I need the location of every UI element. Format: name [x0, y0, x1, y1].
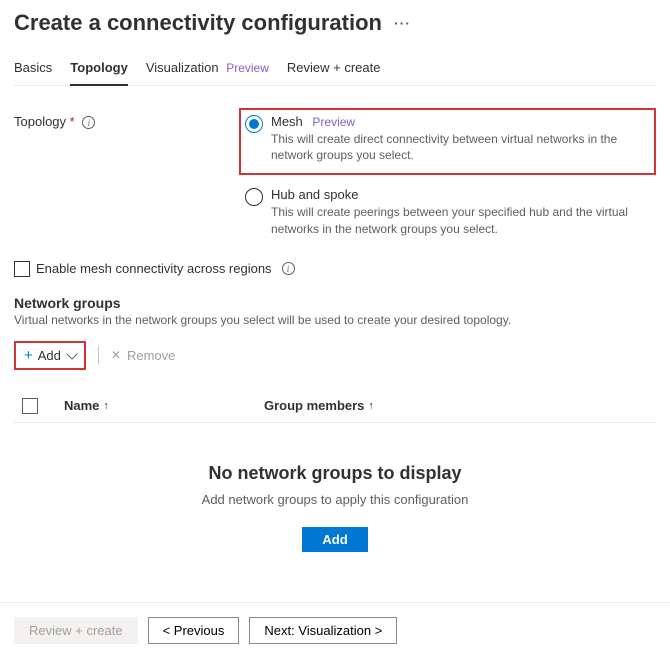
mesh-preview-badge: Preview — [312, 115, 355, 129]
remove-button: ✕ Remove — [111, 348, 175, 363]
plus-icon: + — [24, 347, 33, 364]
more-icon[interactable]: ··· — [394, 15, 411, 31]
radio-hubspoke-desc: This will create peerings between your s… — [271, 204, 650, 236]
radio-option-hubspoke[interactable]: Hub and spoke This will create peerings … — [239, 181, 656, 242]
add-button[interactable]: + Add — [14, 341, 86, 370]
column-members-label: Group members — [264, 398, 364, 413]
table-header: Name ↑ Group members ↑ — [14, 390, 656, 423]
info-icon[interactable]: i — [282, 262, 295, 275]
sort-arrow-icon: ↑ — [368, 400, 374, 412]
radio-mesh-input[interactable] — [245, 115, 263, 133]
network-groups-desc: Virtual networks in the network groups y… — [14, 313, 656, 327]
tab-topology-label: Topology — [70, 60, 128, 75]
chevron-down-icon — [66, 348, 77, 359]
tab-visualization-label: Visualization — [146, 60, 219, 75]
next-button[interactable]: Next: Visualization > — [249, 617, 397, 644]
network-groups-title: Network groups — [14, 295, 656, 311]
footer: Review + create < Previous Next: Visuali… — [0, 602, 670, 658]
mesh-regions-checkbox-row: Enable mesh connectivity across regions … — [14, 261, 656, 277]
tab-topology[interactable]: Topology — [70, 54, 128, 85]
page-title: Create a connectivity configuration ··· — [14, 10, 656, 36]
mesh-regions-checkbox[interactable] — [14, 261, 30, 277]
preview-badge: Preview — [226, 61, 269, 75]
tab-review-create[interactable]: Review + create — [287, 54, 381, 85]
review-create-button: Review + create — [14, 617, 138, 644]
add-button-label: Add — [38, 348, 61, 363]
tab-bar: Basics Topology Visualization Preview Re… — [14, 54, 656, 86]
mesh-regions-label: Enable mesh connectivity across regions — [36, 261, 272, 276]
topology-label-text: Topology — [14, 114, 66, 129]
remove-button-label: Remove — [127, 348, 175, 363]
empty-state-title: No network groups to display — [14, 463, 656, 484]
column-header-name[interactable]: Name ↑ — [64, 398, 250, 413]
select-all-checkbox[interactable] — [22, 398, 38, 414]
radio-mesh-title-text: Mesh — [271, 114, 303, 129]
info-icon[interactable]: i — [82, 116, 95, 129]
radio-hubspoke-title: Hub and spoke — [271, 187, 650, 202]
next-label: Next: Visualization > — [264, 623, 382, 638]
topology-field: Topology * i Mesh Preview This will crea… — [14, 108, 656, 249]
previous-button[interactable]: < Previous — [148, 617, 240, 644]
tab-visualization[interactable]: Visualization Preview — [146, 54, 269, 85]
close-icon: ✕ — [111, 348, 121, 362]
previous-label: < Previous — [163, 623, 225, 638]
radio-mesh-body: Mesh Preview This will create direct con… — [271, 114, 650, 163]
topology-label: Topology * i — [14, 108, 239, 129]
radio-mesh-title: Mesh Preview — [271, 114, 650, 129]
empty-state-desc: Add network groups to apply this configu… — [14, 492, 656, 507]
review-create-label: Review + create — [29, 623, 123, 638]
radio-hubspoke-input[interactable] — [245, 188, 263, 206]
toolbar-separator — [98, 346, 99, 364]
empty-add-button[interactable]: Add — [302, 527, 367, 552]
required-indicator: * — [70, 114, 75, 129]
radio-mesh-desc: This will create direct connectivity bet… — [271, 131, 650, 163]
tab-review-label: Review + create — [287, 60, 381, 75]
radio-hubspoke-body: Hub and spoke This will create peerings … — [271, 187, 650, 236]
tab-basics[interactable]: Basics — [14, 54, 52, 85]
title-text: Create a connectivity configuration — [14, 10, 382, 36]
topology-radio-group: Mesh Preview This will create direct con… — [239, 108, 656, 249]
empty-state: No network groups to display Add network… — [14, 423, 656, 602]
column-header-members[interactable]: Group members ↑ — [264, 398, 374, 413]
column-name-label: Name — [64, 398, 99, 413]
tab-basics-label: Basics — [14, 60, 52, 75]
network-groups-toolbar: + Add ✕ Remove — [14, 341, 656, 370]
sort-arrow-icon: ↑ — [103, 400, 109, 412]
empty-add-button-label: Add — [322, 532, 347, 547]
radio-option-mesh[interactable]: Mesh Preview This will create direct con… — [239, 108, 656, 175]
